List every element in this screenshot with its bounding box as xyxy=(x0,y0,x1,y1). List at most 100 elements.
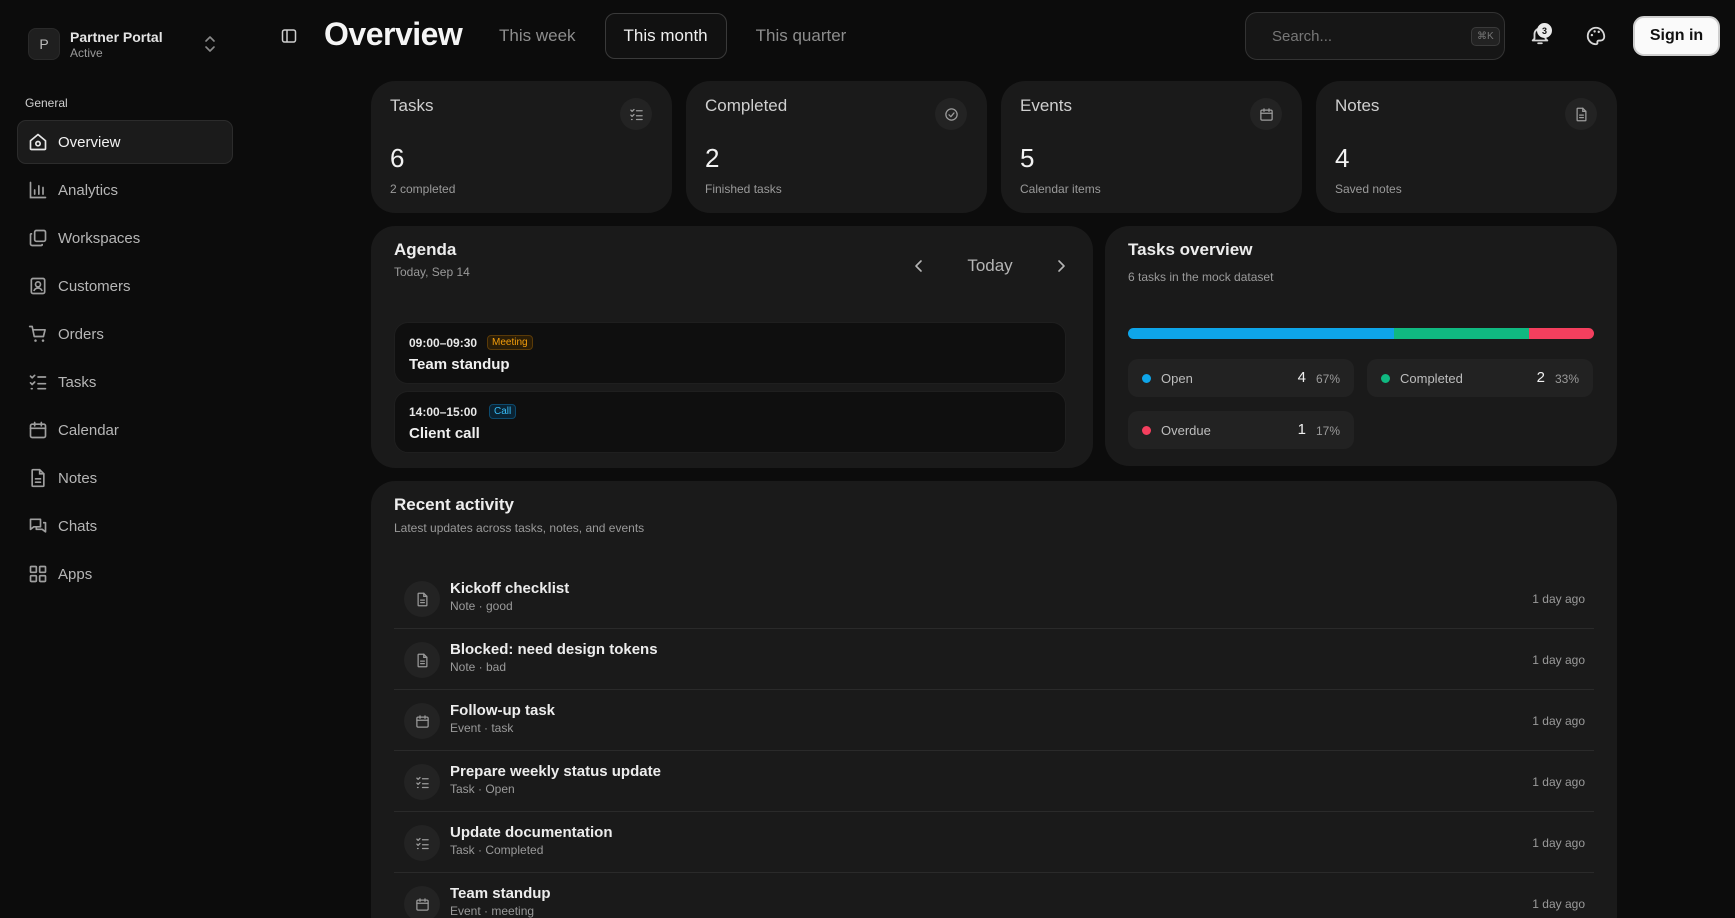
legend-count: 4 xyxy=(1297,369,1306,386)
sign-in-button[interactable]: Sign in xyxy=(1633,16,1720,56)
sidebar-item-label: Customers xyxy=(58,277,131,295)
document-icon xyxy=(1574,107,1589,122)
chat-icon xyxy=(28,516,48,536)
sidebar-item-label: Notes xyxy=(58,469,98,487)
stat-title: Tasks xyxy=(390,96,434,115)
agenda-prev-button[interactable] xyxy=(903,250,935,282)
legend-percent: 33% xyxy=(1554,372,1579,386)
legend-count: 1 xyxy=(1297,421,1306,438)
sidebar-toggle-button[interactable] xyxy=(277,24,301,48)
sidebar-item-workspaces[interactable]: Workspaces xyxy=(17,216,233,260)
sidebar-item-tasks[interactable]: Tasks xyxy=(17,360,233,404)
checklist-icon xyxy=(415,775,430,790)
checklist-icon xyxy=(28,372,48,392)
sidebar-item-calendar[interactable]: Calendar xyxy=(17,408,233,452)
sidebar-item-label: Chats xyxy=(58,517,98,535)
stat-icon-badge xyxy=(1565,98,1597,130)
stat-subtitle: 2 completed xyxy=(390,182,456,196)
document-icon xyxy=(28,468,48,488)
activity-row[interactable]: Blocked: need design tokens Note · bad 1 d… xyxy=(394,629,1594,690)
sidebar: P Partner Portal Active General Overview… xyxy=(0,0,250,918)
progress-segment-completed xyxy=(1393,328,1529,339)
agenda-event[interactable]: 14:00–15:00 Call Client call xyxy=(394,391,1066,453)
activity-row[interactable]: Prepare weekly status update Task · Open 1… xyxy=(394,751,1594,812)
agenda-card: Agenda Today, Sep 14 Today 09:00–09:30 M… xyxy=(371,226,1093,468)
activity-row[interactable]: Follow-up task Event · task 1 day ago xyxy=(394,690,1594,751)
stat-value: 5 xyxy=(1020,143,1035,173)
activity-icon-badge xyxy=(404,581,440,617)
activity-row[interactable]: Team standup Event · meeting 1 day ago xyxy=(394,873,1594,918)
activity-title: Kickoff checklist xyxy=(450,580,570,597)
palette-icon xyxy=(1586,26,1606,46)
stat-card-tasks: Tasks 6 2 completed xyxy=(371,81,672,213)
stat-icon-badge xyxy=(935,98,967,130)
workspace-switcher[interactable]: P Partner Portal Active xyxy=(18,16,228,72)
activity-icon-badge xyxy=(404,886,440,918)
sidebar-item-analytics[interactable]: Analytics xyxy=(17,168,233,212)
activity-subtitle: Latest updates across tasks, notes, and … xyxy=(394,521,645,535)
sidebar-item-apps[interactable]: Apps xyxy=(17,552,233,596)
activity-time: 1 day ago xyxy=(1532,653,1585,667)
stat-card-events: Events 5 Calendar items xyxy=(1001,81,1302,213)
sidebar-item-chats[interactable]: Chats xyxy=(17,504,233,548)
legend-item-completed: Completed 2 33% xyxy=(1367,359,1593,397)
sidebar-item-label: Overview xyxy=(58,133,121,151)
nav-group-label: General xyxy=(25,96,68,110)
calendar-icon xyxy=(415,897,430,912)
stat-card-notes: Notes 4 Saved notes xyxy=(1316,81,1617,213)
activity-meta: Event · meeting xyxy=(450,904,535,918)
activity-meta: Note · bad xyxy=(450,660,507,674)
legend-count: 2 xyxy=(1536,369,1545,386)
sidebar-nav: Overview Analytics Workspaces Customers Orde… xyxy=(17,120,233,600)
chevron-right-icon xyxy=(1058,260,1065,272)
legend-label: Completed xyxy=(1400,371,1463,386)
activity-row[interactable]: Update documentation Task · Completed 1 da… xyxy=(394,812,1594,873)
stat-icon-badge xyxy=(620,98,652,130)
sidebar-item-label: Orders xyxy=(58,325,104,343)
agenda-date: Today, Sep 14 xyxy=(394,265,470,279)
sidebar-item-orders[interactable]: Orders xyxy=(17,312,233,356)
legend-item-open: Open 4 67% xyxy=(1128,359,1354,397)
search-box[interactable]: ⌘K xyxy=(1245,12,1505,60)
activity-meta: Task · Open xyxy=(450,782,515,796)
event-time: 14:00–15:00 xyxy=(409,405,478,419)
event-tag: Meeting xyxy=(487,335,533,350)
calendar-icon xyxy=(415,714,430,729)
activity-time: 1 day ago xyxy=(1532,714,1585,728)
document-icon xyxy=(415,653,430,668)
tab-this-week[interactable]: This week xyxy=(480,13,595,59)
activity-title: Blocked: need design tokens xyxy=(450,641,658,658)
period-tabs: This week This month This quarter xyxy=(480,12,865,60)
notification-count-badge: 3 xyxy=(1537,23,1552,38)
agenda-event[interactable]: 09:00–09:30 Meeting Team standup xyxy=(394,322,1066,384)
checklist-icon xyxy=(415,836,430,851)
grid-icon xyxy=(28,564,48,584)
activity-row[interactable]: Kickoff checklist Note · good 1 day ago xyxy=(394,568,1594,629)
checklist-icon xyxy=(629,107,644,122)
sidebar-item-customers[interactable]: Customers xyxy=(17,264,233,308)
page-title: Overview xyxy=(324,16,463,52)
event-title: Team standup xyxy=(409,356,510,373)
search-shortcut: ⌘K xyxy=(1471,26,1500,46)
tasks-progress-bar xyxy=(1128,328,1594,339)
progress-segment-overdue xyxy=(1528,328,1594,339)
bar-chart-icon xyxy=(28,180,48,200)
agenda-nav: Today xyxy=(903,250,1077,282)
tab-this-quarter[interactable]: This quarter xyxy=(737,13,866,59)
agenda-next-button[interactable] xyxy=(1045,250,1077,282)
recent-activity-card: Recent activity Latest updates across ta… xyxy=(371,481,1617,918)
search-input[interactable] xyxy=(1272,27,1471,45)
tab-this-month[interactable]: This month xyxy=(604,13,727,59)
agenda-today-button[interactable]: Today xyxy=(935,256,1045,276)
activity-title: Update documentation xyxy=(450,824,613,841)
document-icon xyxy=(415,592,430,607)
sidebar-item-notes[interactable]: Notes xyxy=(17,456,233,500)
legend-percent: 67% xyxy=(1315,372,1340,386)
stat-value: 6 xyxy=(390,143,405,173)
activity-time: 1 day ago xyxy=(1532,897,1585,911)
tasks-overview-subtitle: 6 tasks in the mock dataset xyxy=(1128,270,1274,284)
sidebar-item-label: Apps xyxy=(58,565,93,583)
legend-label: Open xyxy=(1161,371,1193,386)
sidebar-item-overview[interactable]: Overview xyxy=(17,120,233,164)
activity-icon-badge xyxy=(404,642,440,678)
